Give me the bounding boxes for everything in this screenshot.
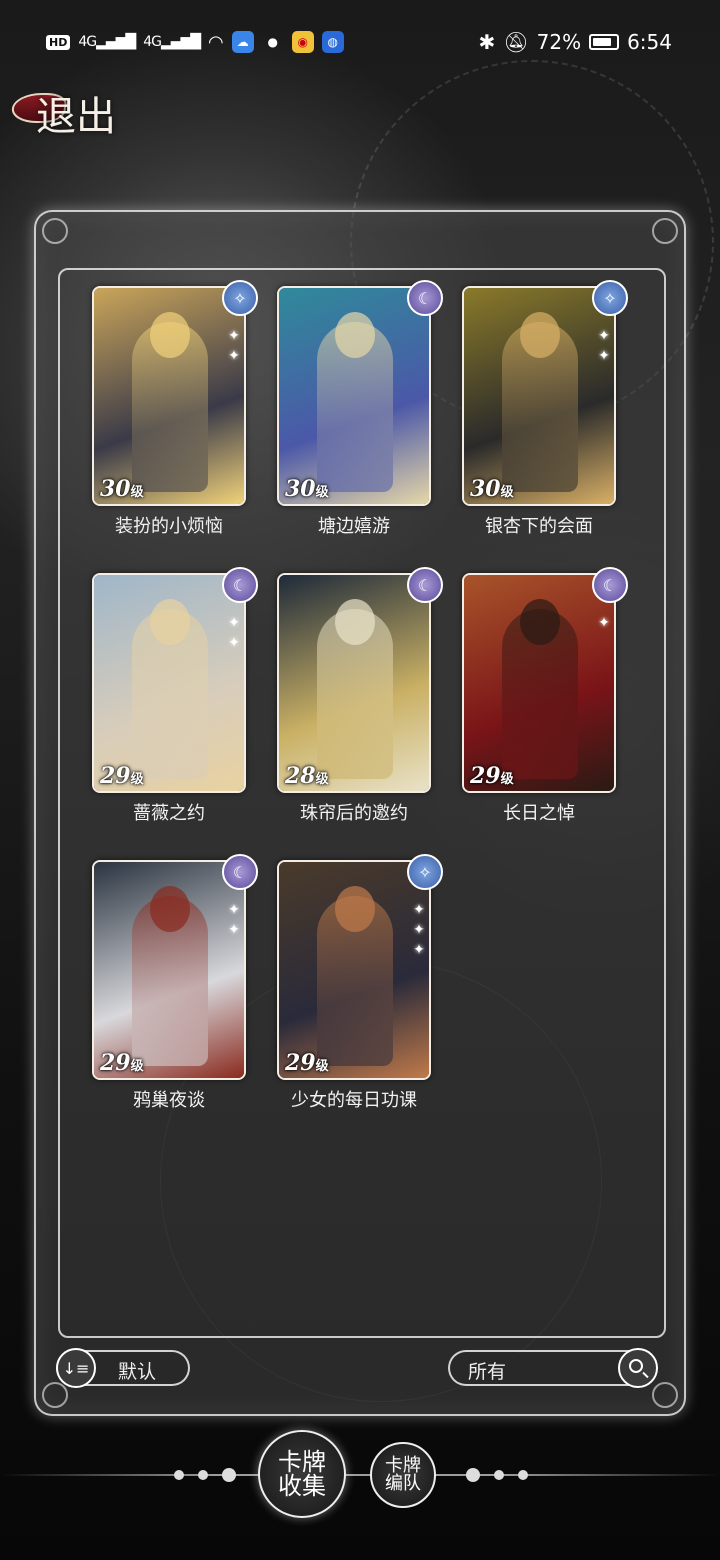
card-level: 29级 (285, 1050, 329, 1076)
signal-icon-2: 4G▂▄▆█ (143, 34, 201, 50)
sort-dropdown[interactable]: ↓≡ 默认 (56, 1348, 190, 1388)
decor-dot (518, 1470, 528, 1480)
card-artwork: 29级 ✦ ✦ (92, 860, 246, 1080)
battery-percent: 72% (536, 30, 582, 54)
search-button[interactable] (618, 1348, 658, 1388)
sparkle-icon: ✦ ✦ (228, 328, 240, 364)
card-level: 28级 (285, 763, 329, 789)
mute-icon: 🔕︎ (503, 30, 529, 54)
card-title: 装扮的小烦恼 (115, 516, 223, 537)
decor-dot (466, 1468, 480, 1482)
nav-card-collection[interactable]: 卡牌收集 (258, 1430, 346, 1518)
browser-icon: ◍ (321, 31, 344, 53)
card-item[interactable]: 29级 ✦ ✦ ☾ 鸦巢夜谈 (92, 854, 258, 1111)
sparkle-icon: ✦ ✦ ✦ (413, 902, 425, 958)
moon-emblem-icon: ☾ (407, 567, 443, 603)
sparkle-icon: ✦ ✦ (228, 615, 240, 651)
card-item[interactable]: 28级 ☾ 珠帘后的邀约 (277, 567, 443, 824)
exit-button[interactable]: 退出 (9, 82, 132, 140)
moon-emblem-icon: ☾ (592, 567, 628, 603)
sparkle-icon: ✦ ✦ (598, 328, 610, 364)
card-artwork: 29级 ✦ ✦ ✦ (277, 860, 431, 1080)
filter-label: 所有 (468, 1361, 507, 1383)
decor-dot (222, 1468, 236, 1482)
sparkle-icon: ✦ ✦ (228, 902, 240, 938)
moon-emblem-icon: ☾ (222, 567, 258, 603)
card-grid-frame: 30级 ✦ ✦ ✧ 装扮的小烦恼 30级 ☾ 塘边嬉游 30级 ✦ ✦ ✧ 银杏下的会面 29级 ✦ ✦ ☾ 蔷薇… (58, 268, 666, 1338)
card-collection-panel: 30级 ✦ ✦ ✧ 装扮的小烦恼 30级 ☾ 塘边嬉游 30级 ✦ ✦ ✧ 银杏下的会面 29级 ✦ ✦ ☾ 蔷薇… (34, 210, 686, 1416)
card-level: 30级 (100, 476, 144, 502)
decor-dot (174, 1470, 184, 1480)
ornament-top-right (652, 218, 678, 244)
card-item[interactable]: 29级 ✦ ✦ ✦ ✧ 少女的每日功课 (277, 854, 443, 1111)
card-title: 鸦巢夜谈 (133, 1090, 205, 1111)
bottom-divider (0, 1474, 720, 1476)
exit-label: 退出 (36, 94, 116, 140)
card-level: 30级 (285, 476, 329, 502)
card-item[interactable]: 30级 ☾ 塘边嬉游 (277, 280, 443, 537)
sort-label: 默认 (118, 1361, 157, 1383)
star-emblem-icon: ✧ (592, 280, 628, 316)
card-level: 29级 (100, 1050, 144, 1076)
card-item[interactable]: 30级 ✦ ✦ ✧ 银杏下的会面 (462, 280, 628, 537)
card-artwork: 30级 ✦ ✦ (92, 286, 246, 506)
card-title: 蔷薇之约 (133, 803, 205, 824)
filter-dropdown[interactable]: 所有 (448, 1348, 658, 1388)
moon-emblem-icon: ☾ (222, 854, 258, 890)
battery-icon (589, 34, 620, 50)
card-level: 30级 (470, 476, 514, 502)
nav-card-collection-label: 卡牌收集 (278, 1448, 326, 1500)
card-artwork: 30级 (277, 286, 431, 506)
nav-card-team-label: 卡牌编队 (385, 1455, 421, 1494)
weibo-icon: ◉ (291, 31, 314, 53)
card-artwork: 28级 (277, 573, 431, 793)
bluetooth-icon: ✱ (478, 30, 496, 54)
card-title: 长日之悼 (503, 803, 575, 824)
cloud-icon: ☁ (231, 31, 254, 53)
card-item[interactable]: 29级 ✦ ✦ ☾ 蔷薇之约 (92, 567, 258, 824)
card-artwork: 29级 ✦ ✦ (92, 573, 246, 793)
card-artwork: 30级 ✦ ✦ (462, 286, 616, 506)
card-title: 珠帘后的邀约 (300, 803, 408, 824)
sort-icon[interactable]: ↓≡ (56, 1348, 96, 1388)
decor-dot (494, 1470, 504, 1480)
clock: 6:54 (627, 30, 672, 54)
hd-badge: HD (46, 34, 71, 50)
star-emblem-icon: ✧ (407, 854, 443, 890)
card-level: 29级 (100, 763, 144, 789)
card-artwork: 29级 ✦ (462, 573, 616, 793)
star-emblem-icon: ✧ (222, 280, 258, 316)
wechat-icon: ● (267, 35, 278, 49)
card-level: 29级 (470, 763, 514, 789)
card-title: 银杏下的会面 (485, 516, 593, 537)
signal-icon: 4G▂▄▆█ (78, 34, 136, 50)
decor-dot (198, 1470, 208, 1480)
card-title: 少女的每日功课 (291, 1090, 417, 1111)
card-title: 塘边嬉游 (318, 516, 390, 537)
ornament-bottom-left (42, 1382, 68, 1408)
card-item[interactable]: 30级 ✦ ✦ ✧ 装扮的小烦恼 (92, 280, 258, 537)
sparkle-icon: ✦ (598, 615, 610, 631)
card-item[interactable]: 29级 ✦ ☾ 长日之悼 (462, 567, 628, 824)
nav-card-team[interactable]: 卡牌编队 (370, 1442, 436, 1508)
status-bar: HD 4G▂▄▆█ 4G▂▄▆█ ◠ ☁ ● ◉ ◍ ✱ 🔕︎ 72% 6:54 (0, 22, 720, 62)
ornament-top-left (42, 218, 68, 244)
wifi-icon: ◠ (208, 31, 224, 53)
moon-emblem-icon: ☾ (407, 280, 443, 316)
search-icon (629, 1359, 643, 1373)
ornament-bottom-right (652, 1382, 678, 1408)
